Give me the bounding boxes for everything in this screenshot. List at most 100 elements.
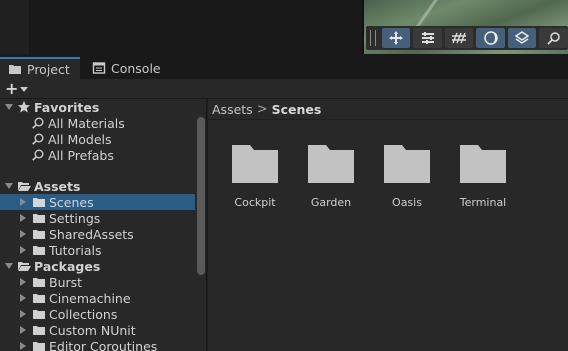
tree-item-tutorials[interactable]: Tutorials xyxy=(0,242,195,258)
folder-icon xyxy=(33,246,45,255)
folder-icon xyxy=(460,145,506,183)
scene-overlay-toolbar xyxy=(366,26,568,50)
tree-scrollbar-thumb[interactable] xyxy=(197,117,205,275)
asset-label: Garden xyxy=(310,196,352,209)
toolbar-grip-handle[interactable] xyxy=(370,30,376,46)
tree-item-cinemachine[interactable]: Cinemachine xyxy=(0,290,195,306)
tree-label: Scenes xyxy=(49,194,94,210)
tree-label: Tutorials xyxy=(49,242,102,258)
folder-icon xyxy=(33,214,45,223)
tree-section-assets[interactable]: Assets xyxy=(0,178,195,194)
tree-item-collections[interactable]: Collections xyxy=(0,306,195,322)
folder-icon xyxy=(33,294,45,303)
chevron-right-icon[interactable] xyxy=(18,293,28,303)
chevron-right-icon[interactable] xyxy=(18,245,28,255)
favorite-item-all-materials[interactable]: All Materials xyxy=(0,115,195,131)
search-icon xyxy=(32,149,44,161)
tree-item-custom-nunit[interactable]: Custom NUnit xyxy=(0,322,195,338)
chevron-down-icon[interactable] xyxy=(4,102,14,112)
tree-item-sharedassets[interactable]: SharedAssets xyxy=(0,226,195,242)
tree-label: All Models xyxy=(48,131,112,147)
folder-icon xyxy=(33,278,45,287)
tree-item-burst[interactable]: Burst xyxy=(0,274,195,290)
chevron-right-icon[interactable] xyxy=(18,277,28,287)
scene-strip xyxy=(0,0,568,54)
folder-icon xyxy=(33,310,45,319)
tree-label: Burst xyxy=(49,274,83,290)
search-scene-button[interactable] xyxy=(539,28,568,48)
settings-sliders-button[interactable] xyxy=(413,28,442,48)
breadcrumb-scenes[interactable]: Scenes xyxy=(272,102,322,117)
tree-item-scenes[interactable]: Scenes xyxy=(0,194,195,210)
tree-label: Favorites xyxy=(34,99,100,115)
asset-label: Oasis xyxy=(392,196,422,209)
tree-label: Custom NUnit xyxy=(49,322,136,338)
folder-icon xyxy=(308,145,354,183)
tab-bar: Project Console xyxy=(0,54,568,79)
plus-icon: + xyxy=(5,79,19,98)
tree-label: Settings xyxy=(49,210,101,226)
chevron-right-icon[interactable] xyxy=(18,197,28,207)
project-toolbar: + xyxy=(0,79,568,99)
tree-label: SharedAssets xyxy=(49,226,134,242)
tab-console[interactable]: Console xyxy=(84,57,169,79)
grid-snap-button[interactable] xyxy=(444,28,474,48)
tree-item-settings[interactable]: Settings xyxy=(0,210,195,226)
asset-folder-oasis[interactable]: Oasis xyxy=(372,141,442,209)
chevron-right-icon[interactable] xyxy=(18,213,28,223)
folder-icon xyxy=(33,326,45,335)
asset-grid[interactable]: Cockpit Garden Oasis Terminal xyxy=(208,121,568,351)
tree-label: Editor Coroutines xyxy=(49,338,158,351)
asset-folder-garden[interactable]: Garden xyxy=(296,141,366,209)
folder-open-icon xyxy=(18,262,31,271)
folder-open-icon xyxy=(18,182,31,191)
asset-folder-cockpit[interactable]: Cockpit xyxy=(220,141,290,209)
chevron-down-icon[interactable] xyxy=(4,181,14,191)
tree-item-editor-coroutines[interactable]: Editor Coroutines xyxy=(0,338,195,351)
tree-label: Cinemachine xyxy=(49,290,131,306)
folder-icon xyxy=(33,230,45,239)
breadcrumb-assets[interactable]: Assets xyxy=(212,102,253,117)
grid-hatch-icon xyxy=(452,32,467,44)
asset-label: Cockpit xyxy=(234,196,276,209)
project-tree-panel[interactable]: Favorites All Materials All Models All P… xyxy=(0,99,207,351)
tree-label: Packages xyxy=(34,258,101,274)
hierarchy-panel-edge xyxy=(0,0,30,54)
search-icon xyxy=(32,133,44,145)
asset-label: Terminal xyxy=(459,196,507,209)
breadcrumb-separator: > xyxy=(256,101,268,117)
tree-label: All Prefabs xyxy=(48,147,114,163)
tree-label: All Materials xyxy=(48,115,125,131)
tab-label: Project xyxy=(27,61,70,77)
shading-mode-button[interactable] xyxy=(476,28,505,48)
chevron-down-icon xyxy=(20,86,29,92)
search-icon xyxy=(32,117,44,129)
layers-icon xyxy=(514,31,530,44)
chevron-right-icon[interactable] xyxy=(18,325,28,335)
chevron-right-icon[interactable] xyxy=(18,309,28,319)
layers-button[interactable] xyxy=(507,28,537,48)
move-tool-button[interactable] xyxy=(381,28,411,48)
folder-icon xyxy=(9,65,21,74)
chevron-right-icon[interactable] xyxy=(18,229,28,239)
favorite-item-all-models[interactable]: All Models xyxy=(0,131,195,147)
search-icon xyxy=(547,32,560,45)
sliders-icon xyxy=(421,32,434,44)
tree-scrollbar[interactable] xyxy=(195,99,206,351)
folder-icon xyxy=(232,145,278,183)
tree-section-favorites[interactable]: Favorites xyxy=(0,99,195,115)
chevron-right-icon[interactable] xyxy=(18,341,28,351)
tree-section-packages[interactable]: Packages xyxy=(0,258,195,274)
add-button[interactable]: + xyxy=(5,80,35,98)
star-icon xyxy=(18,101,30,113)
sphere-icon xyxy=(483,31,498,45)
folder-icon xyxy=(33,198,45,207)
chevron-down-icon[interactable] xyxy=(4,261,14,271)
move-arrows-icon xyxy=(389,31,404,45)
console-icon xyxy=(92,62,106,74)
favorite-item-all-prefabs[interactable]: All Prefabs xyxy=(0,147,195,163)
project-content-panel[interactable]: Assets > Scenes Cockpit Garden Oasis Ter… xyxy=(208,99,568,351)
asset-folder-terminal[interactable]: Terminal xyxy=(448,141,518,209)
tree-label: Collections xyxy=(49,306,118,322)
tab-project[interactable]: Project xyxy=(0,57,80,79)
